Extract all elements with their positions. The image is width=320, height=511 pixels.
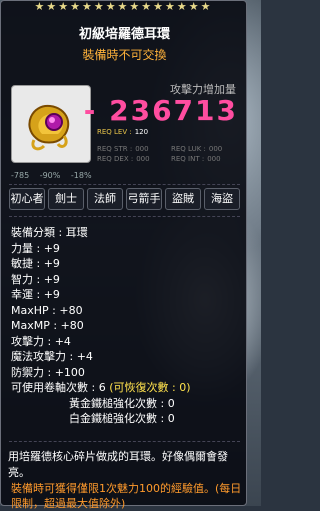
attr-label: 敏捷 : [11,257,44,270]
attr-maxhp: MaxHP : +80 [11,303,241,319]
attr-value: +80 [59,303,83,317]
mini-stat-3: -18% [70,171,92,180]
req-int: REQ INT :000 [171,155,221,163]
attr-category: 裝備分類 : 耳環 [11,225,241,241]
req-int-value: 000 [207,155,221,163]
attr-value: +9 [43,272,60,286]
req-str-value: 000 [135,145,149,153]
attr-maxmp: MaxMP : +80 [11,318,241,334]
attr-dex: 敏捷 : +9 [11,256,241,272]
item-title: 初級培羅德耳環 [78,27,170,42]
attack-increase-value: - 236713 [83,94,238,127]
attr-label: 幸運 : [11,288,44,301]
job-pirate: 海盜 [204,188,240,210]
item-icon-frame [11,85,91,163]
req-str: REQ STR :000 [97,145,149,153]
req-int-label: REQ INT : [171,155,205,163]
req-level: REQ LEV :120 [97,128,148,136]
req-luk-value: 000 [208,145,223,153]
attr-value: 耳環 [65,226,88,239]
req-str-label: REQ STR : [97,145,133,153]
upgrade-recover: (可恢復次數 : 0) [109,381,191,394]
attr-value: +9 [43,288,60,301]
attr-label: 魔法攻擊力 : [11,350,77,363]
star-rating: ★★★★★★★★★★★★★★★ [34,0,213,13]
attr-label: 力量 : [11,241,44,255]
attr-label: MaxMP : [11,319,61,332]
attr-label: 防禦力 : [11,365,55,379]
mini-stats: -785 -90% -18% [11,171,239,180]
attr-value: +9 [43,241,60,255]
divider [9,441,240,442]
attr-label: 攻擊力 : [11,334,55,348]
upgrade-value: 6 [98,381,106,394]
attr-label: 裝備分類 : [11,226,66,239]
upgrade-label: 可使用卷軸次數 : [11,381,99,394]
attr-luk: 幸運 : +9 [11,287,241,303]
trade-restriction: 裝備時不可交換 [82,48,167,62]
attr-value: +4 [54,334,71,348]
attribute-list: 裝備分類 : 耳環 力量 : +9 敏捷 : +9 智力 : +9 幸運 : +… [11,225,241,427]
item-tooltip: ★★★★★★★★★★★★★★★ 初級培羅德耳環 裝備時不可交換 攻擊力增加量 -… [0,0,247,510]
divider [9,216,240,217]
gold-hammer-count: 黃金鐵槌強化次數 : 0 [69,396,175,410]
attr-defense: 防禦力 : +100 [11,365,241,381]
attr-str: 力量 : +9 [11,241,241,257]
divider [9,184,240,185]
attr-value: +80 [60,319,84,332]
mini-stat-2: -90% [39,171,61,180]
req-luk: REQ LUK :000 [171,145,222,153]
req-level-value: 120 [134,128,149,136]
attr-magic-attack: 魔法攻擊力 : +4 [11,349,241,365]
req-dex-label: REQ DEX : [97,155,134,163]
upgrade-slots: 可使用卷軸次數 : 6 (可恢復次數 : 0) [11,380,241,396]
mini-stat-1: -785 [11,171,30,180]
req-dex: REQ DEX :000 [97,155,150,163]
platinum-hammer-count: 白金鐵槌強化次數 : 0 [69,412,175,425]
attr-value: +4 [76,350,93,363]
attr-label: MaxHP : [11,303,60,317]
attr-attack: 攻擊力 : +4 [11,334,241,350]
job-warrior: 劍士 [48,188,84,210]
attr-value: +100 [54,365,85,379]
attr-label: 智力 : [11,272,44,286]
job-list: 初心者 劍士 法師 弓箭手 盜賊 海盜 [9,188,240,210]
item-description: 用培羅德核心碎片做成的耳環。好像偶爾會發亮。 [8,450,228,479]
job-beginner: 初心者 [9,188,45,210]
earring-icon [28,104,70,151]
attr-value: +9 [43,257,60,270]
job-magician: 法師 [87,188,123,210]
req-luk-label: REQ LUK : [171,145,206,153]
req-level-label: REQ LEV : [97,128,132,136]
equip-bonus-note: 裝備時可獲得僅限1次魅力100的經驗值。(每日限制，超過最大值除外) [11,482,242,510]
job-bowman: 弓箭手 [126,188,162,210]
job-thief: 盜賊 [165,188,201,210]
attr-int: 智力 : +9 [11,272,241,288]
req-dex-value: 000 [136,155,150,163]
